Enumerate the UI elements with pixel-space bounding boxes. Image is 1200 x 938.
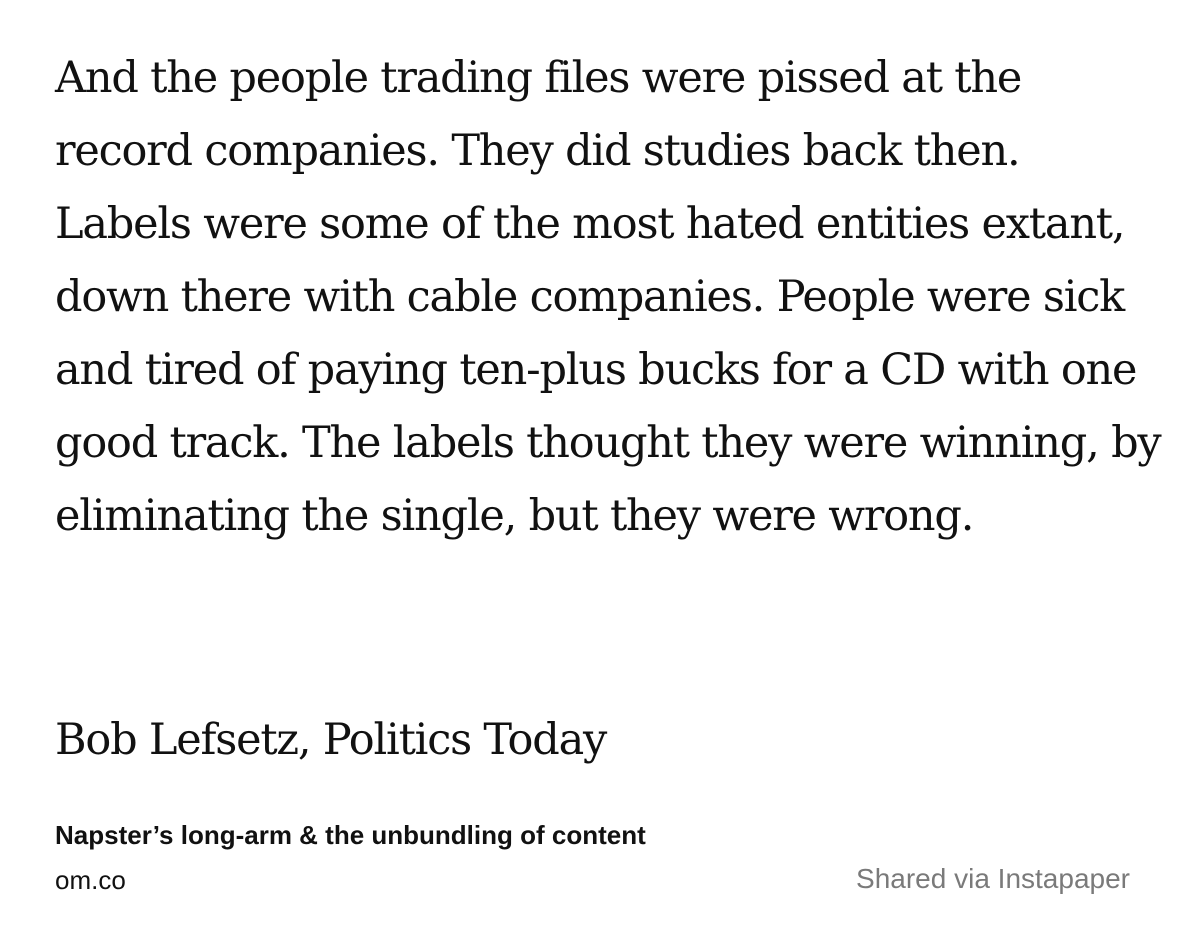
shared-via-instapaper-link[interactable]: Shared via Instapaper: [856, 861, 1130, 897]
source-domain-link[interactable]: om.co: [55, 862, 126, 898]
quote-text: And the people trading files were pissed…: [55, 53, 1162, 541]
quote-attribution: Bob Lefsetz, Politics Today: [55, 715, 607, 765]
article-title-link[interactable]: Napster’s long-arm & the unbundling of c…: [55, 817, 646, 853]
